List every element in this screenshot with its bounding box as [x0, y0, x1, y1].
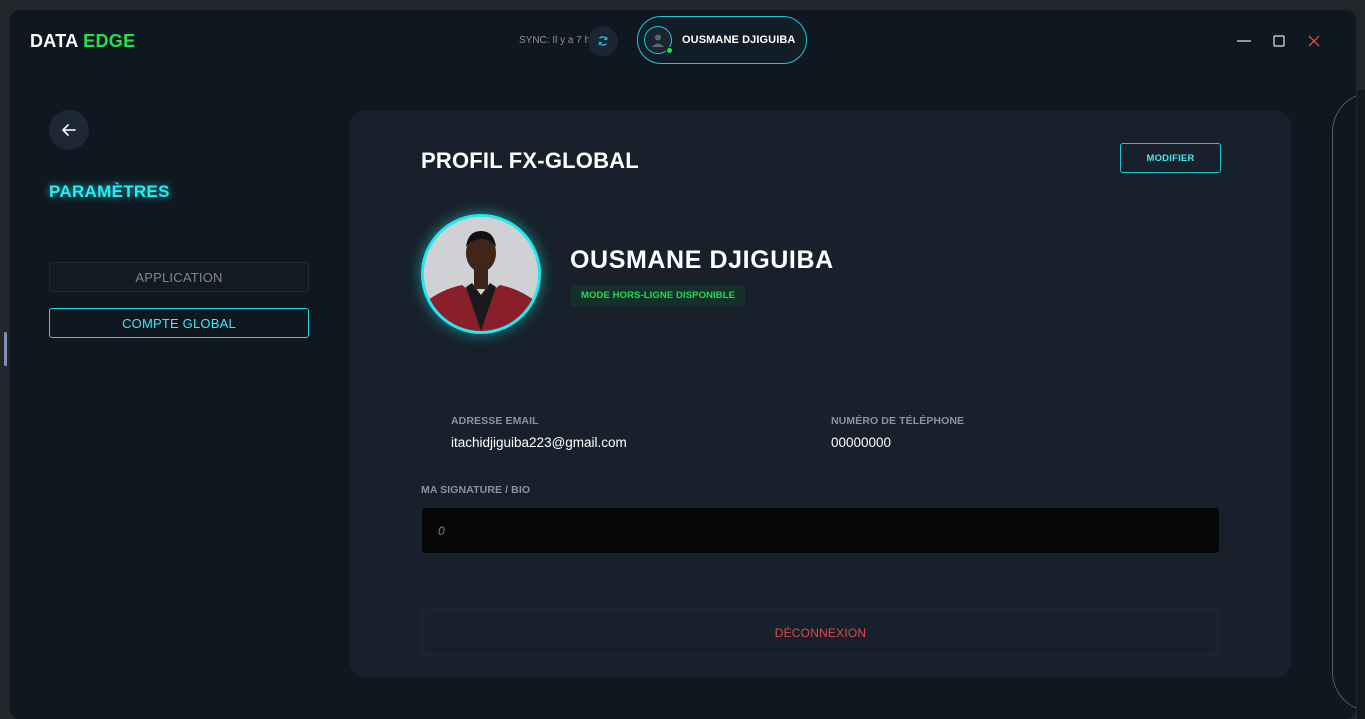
app-window: DATA EDGE SYNC: Il y a 7 h OUSMANE DJIGU…	[10, 10, 1356, 719]
phone-value: 00000000	[831, 435, 892, 450]
close-button[interactable]	[1304, 31, 1324, 51]
status-badge: MODE HORS-LIGNE DISPONIBLE	[571, 285, 746, 306]
maximize-icon	[1273, 35, 1285, 47]
back-button[interactable]	[49, 110, 89, 150]
profile-photo-image	[424, 217, 538, 331]
desktop-edge-indicator	[4, 332, 7, 366]
brand-main: DATA	[30, 31, 78, 51]
minimize-button[interactable]	[1234, 31, 1254, 51]
refresh-icon	[598, 36, 608, 46]
profile-name: OUSMANE DJIGUIBA	[570, 246, 834, 274]
phone-label: NUMÉRO DE TÉLÉPHONE	[831, 415, 965, 427]
minimize-icon	[1237, 40, 1251, 42]
avatar	[644, 26, 673, 54]
background-decoration	[1332, 92, 1356, 712]
bio-label: MA SIGNATURE / BIO	[421, 484, 531, 496]
email-value: itachidjiguiba223@gmail.com	[451, 435, 627, 450]
desktop-right-strip	[1357, 90, 1365, 719]
sidebar-item-application[interactable]: APPLICATION	[49, 262, 309, 292]
email-label: ADRESSE EMAIL	[451, 415, 539, 427]
page-title: PROFIL FX-GLOBAL	[421, 148, 639, 173]
sidebar-item-global-account[interactable]: COMPTE GLOBAL	[49, 308, 309, 338]
profile-card: PROFIL FX-GLOBAL MODIFIER OUSMANE DJIGUI…	[350, 111, 1291, 677]
user-profile-chip[interactable]: OUSMANE DJIGUIBA	[637, 16, 807, 64]
close-icon	[1308, 35, 1320, 47]
app-brand: DATA EDGE	[30, 31, 135, 52]
maximize-button[interactable]	[1269, 31, 1289, 51]
settings-title: PARAMÈTRES	[49, 182, 170, 201]
brand-accent: EDGE	[83, 31, 136, 51]
bio-field[interactable]: 0	[421, 507, 1220, 554]
online-status-dot	[666, 47, 673, 54]
logout-button[interactable]: DÉCONNEXION	[421, 609, 1220, 657]
user-chip-name: OUSMANE DJIGUIBA	[682, 34, 796, 46]
bio-value: 0	[438, 523, 445, 538]
user-avatar-icon	[652, 34, 664, 47]
modify-button[interactable]: MODIFIER	[1120, 143, 1221, 173]
sync-button[interactable]	[588, 26, 618, 56]
desktop-background: DATA EDGE SYNC: Il y a 7 h OUSMANE DJIGU…	[0, 0, 1365, 719]
arrow-left-icon	[62, 124, 76, 136]
sync-status: SYNC: Il y a 7 h	[519, 35, 591, 46]
profile-photo	[421, 214, 541, 334]
